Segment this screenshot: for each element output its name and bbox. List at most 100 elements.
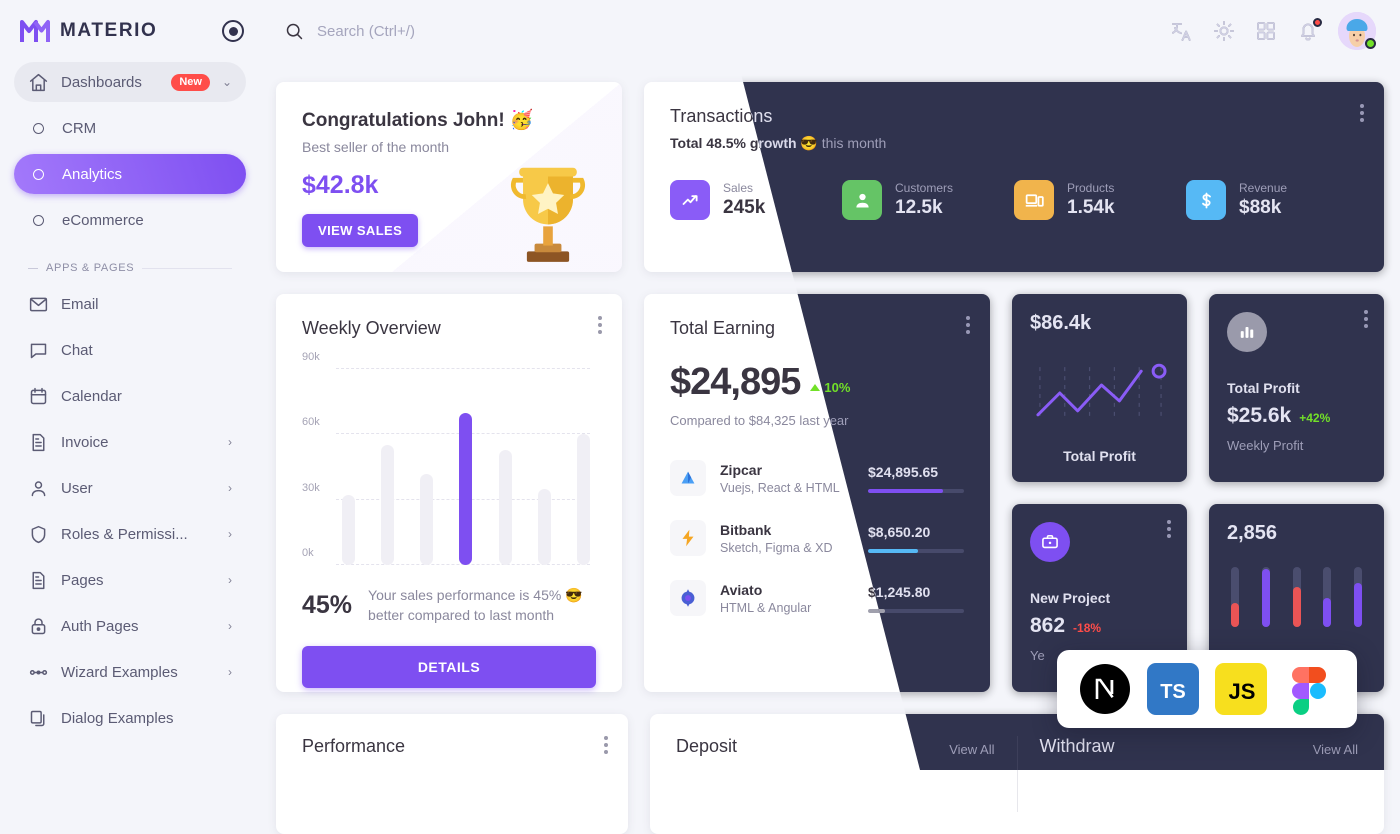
sidebar-item-label: Auth Pages [61,617,139,635]
sidebar-item-user[interactable]: User › [14,468,246,508]
sidebar-item-label: Invoice [61,433,109,451]
weekly-overview-card: Weekly Overview 0k 30k 60k 90k 45% Your … [276,294,622,692]
pin-nav-icon[interactable] [222,20,244,42]
total-profit-chart-caption: Total Profit [1063,448,1136,464]
weekly-profit-value: $25.6k [1227,404,1292,427]
new-badge: New [171,73,210,91]
search-input[interactable] [317,22,637,40]
sidebar-item-chat[interactable]: Chat [14,330,246,370]
devices-icon [1014,180,1054,220]
transaction-stat-label: Products [1067,181,1115,195]
sidebar-item-crm[interactable]: CRM [14,108,246,148]
session-bar-fill [1323,598,1332,627]
weekly-performance-percent: 45% [302,590,353,619]
sidebar-item-label: User [61,479,93,497]
y-tick: 90k [302,351,320,363]
sidebar: MATERIO Dashboards New ⌄ CRM Analytics eC… [0,0,260,770]
earning-item-amount: $8,650.20 [868,523,931,540]
new-project-menu-icon[interactable] [1167,520,1171,538]
chevron-icon: › [228,527,232,541]
view-sales-button[interactable]: VIEW SALES [302,214,419,247]
search-icon[interactable] [284,21,305,42]
sidebar-item-dialog-examples[interactable]: Dialog Examples [14,698,246,738]
circle-outline-icon [33,168,44,180]
user-avatar[interactable] [1338,12,1376,50]
congratulations-card: Congratulations John! 🥳 Best seller of t… [276,82,622,272]
performance-menu-icon[interactable] [604,736,608,754]
notification-dot [1313,18,1322,27]
sidebar-item-ecommerce[interactable]: eCommerce [14,200,246,240]
sidebar-item-roles-permissi[interactable]: Roles & Permissi... › [14,514,246,554]
total-profit-chart-card: $86.4k Total Profit [1012,294,1187,482]
envelope-icon [28,294,49,315]
person-icon [28,478,49,499]
figma-logo-icon [1292,667,1326,715]
transactions-subtitle: Total 48.5% growth 😎 this month [722,135,887,151]
total-earning-amount: $24,895 [670,361,801,403]
typescript-logo-icon: TS [1147,663,1199,715]
weekly-performance-note: Your sales performance is 45% 😎 better c… [368,587,583,624]
chevron-icon: › [228,435,232,449]
document-icon [28,432,49,453]
apps-grid-icon[interactable] [1254,19,1278,43]
weekly-profit-delta: +42% [1299,411,1331,425]
sidebar-item-label: eCommerce [62,211,144,229]
trophy-icon [510,168,586,263]
transaction-stat: Products 1.54k [1014,180,1186,220]
session-bar-fill [1231,603,1239,627]
sidebar-item-dashboards[interactable]: Dashboards New ⌄ [14,62,246,102]
sidebar-item-label: Email [61,295,99,313]
shield-icon [28,524,49,545]
transactions-menu-icon[interactable] [1360,104,1364,122]
sidebar-item-label: Roles & Permissi... [61,525,188,543]
circle-outline-icon [33,214,44,226]
chevron-icon: › [228,665,232,679]
brand-name: MATERIO [60,20,158,41]
sidebar-item-pages[interactable]: Pages › [14,560,246,600]
bitbank-logo-icon [670,520,706,556]
sun-theme-icon[interactable] [1212,19,1236,43]
details-button[interactable]: DETAILS [302,645,596,688]
chart-bar [381,445,395,565]
deposit-title: Deposit [676,736,738,756]
chat-bubble-icon [28,340,49,361]
weekly-profit-label: Total Profit [1227,380,1300,396]
session-bar-track [1292,567,1301,627]
transaction-stat-value: 245k [723,197,766,218]
withdraw-view-all-link[interactable]: View All [1313,742,1358,757]
sidebar-item-label: Pages [61,571,104,589]
weekly-profit-menu-icon[interactable] [1364,310,1368,328]
triangle-up-icon [810,384,821,391]
notification-bell-icon[interactable] [1296,18,1322,43]
home-icon [28,72,49,93]
sidebar-item-email[interactable]: Email [14,284,246,324]
sidebar-item-label: Wizard Examples [61,663,178,681]
sidebar-item-label: Dialog Examples [61,709,174,727]
sessions-value: 2,856 [1227,522,1278,544]
tech-stack-widget: TS JS [1057,650,1357,728]
sessions-bars [1227,567,1366,627]
javascript-logo-icon: JS [1215,663,1267,715]
weekly-overview-title: Weekly Overview [302,318,441,338]
svg-text:TS: TS [1160,681,1186,703]
transaction-stat-value: 1.54k [1067,197,1115,218]
calendar-icon [28,386,49,407]
document-icon [28,570,49,591]
sidebar-item-invoice[interactable]: Invoice › [14,422,246,462]
translate-icon[interactable] [1170,19,1194,43]
materio-logo-icon [20,20,50,42]
new-project-label: New Project [1030,590,1111,606]
new-project-value: 862 [1030,614,1066,637]
brand: MATERIO [0,0,260,62]
wizard-dots-icon [28,662,49,683]
sidebar-item-calendar[interactable]: Calendar [14,376,246,416]
deposit-view-all-link[interactable]: View All [949,742,994,757]
performance-title: Performance [302,736,406,756]
congrats-title: Congratulations John! 🥳 [302,110,534,131]
sidebar-item-analytics[interactable]: Analytics [14,154,246,194]
total-earning-menu-icon[interactable] [966,316,970,334]
y-tick: 0k [302,547,314,559]
sidebar-item-wizard-examples[interactable]: Wizard Examples › [14,652,246,692]
weekly-overview-menu-icon[interactable] [598,316,602,334]
sidebar-item-auth-pages[interactable]: Auth Pages › [14,606,246,646]
